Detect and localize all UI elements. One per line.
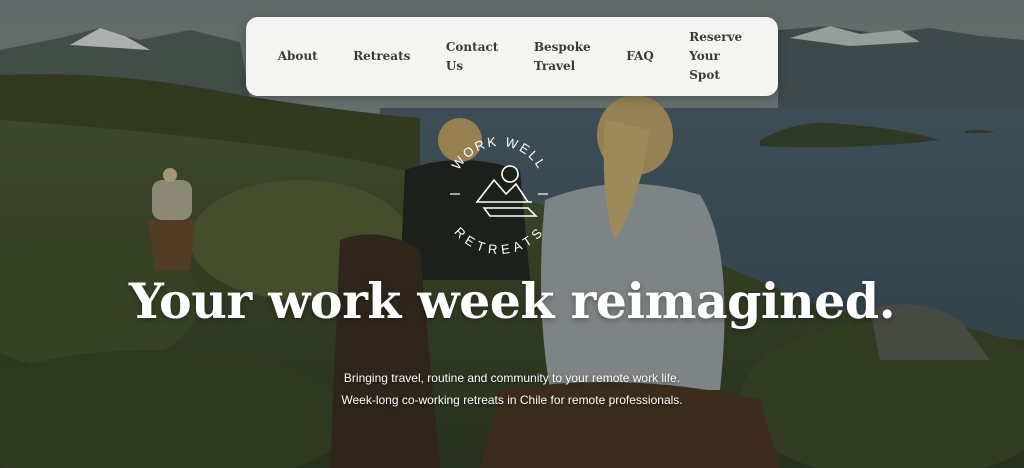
mountain-laptop-icon [476,165,538,217]
nav-link-faq[interactable]: FAQ [626,47,654,66]
work-well-retreats-logo[interactable]: WORK WELL RETREATS [432,124,566,258]
nav-link-bespoke-travel[interactable]: Bespoke Travel [534,38,591,76]
top-navigation: About Retreats Contact Us Bespoke Travel… [246,17,778,96]
nav-link-retreats[interactable]: Retreats [353,47,410,66]
hero-subline-2: Week-long co-working retreats in Chile f… [341,393,683,407]
nav-link-reserve-your-spot[interactable]: Reserve Your Spot [689,28,742,85]
nav-link-contact-us[interactable]: Contact Us [446,38,498,76]
nav-link-about[interactable]: About [278,47,318,66]
hero-subline-1: Bringing travel, routine and community t… [343,371,681,385]
logo-text-bottom: RETREATS [451,224,546,257]
hero-headline: Your work week reimagined. [128,272,896,330]
logo-text-top: WORK WELL [449,134,550,173]
